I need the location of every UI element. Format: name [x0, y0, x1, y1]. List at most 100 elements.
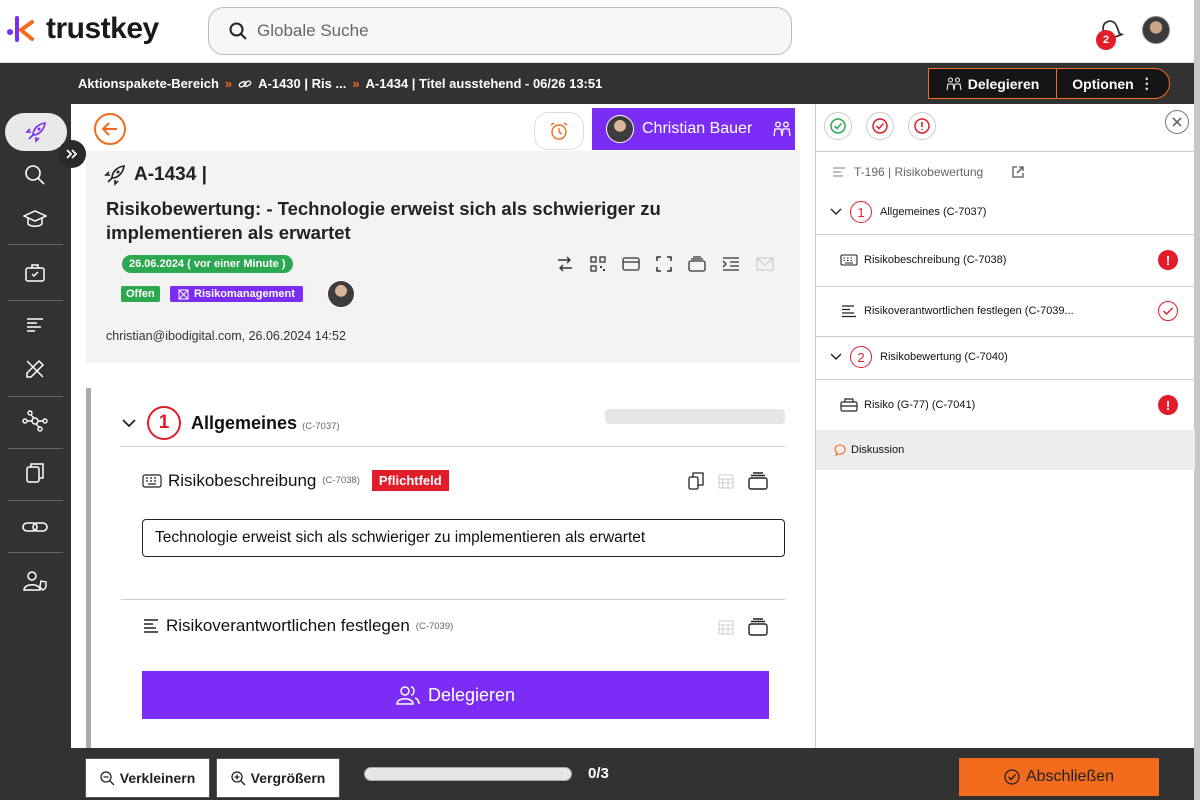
people-icon	[773, 121, 791, 137]
divider	[121, 446, 785, 447]
network-icon	[22, 410, 48, 432]
mail-icon[interactable]	[756, 257, 774, 271]
sidebar-item-tools[interactable]	[14, 352, 56, 386]
search-icon	[25, 165, 45, 185]
delegate-field-button[interactable]: Delegieren	[142, 671, 769, 719]
outline-label: Risiko (G-77) (C-7041)	[864, 399, 976, 411]
breadcrumb: Aktionspakete-Bereich » A-1430 | Ris ...…	[78, 76, 602, 91]
sidebar-item-rocket[interactable]	[5, 113, 67, 151]
filter-error-button[interactable]	[908, 112, 936, 140]
field-toolbar	[718, 618, 768, 636]
copy-icon[interactable]	[688, 472, 704, 490]
assignee-button[interactable]: Christian Bauer	[592, 108, 795, 150]
alert-circle-icon	[914, 118, 930, 134]
divider	[816, 379, 1195, 380]
sidebar-item-documents[interactable]	[14, 456, 56, 490]
header-actions: Delegieren Optionen ⋮	[928, 68, 1170, 99]
sidebar-item-academy[interactable]	[14, 202, 56, 236]
link-icon	[238, 79, 252, 88]
stack-icon[interactable]	[688, 256, 706, 272]
filter-toolbar	[824, 112, 936, 140]
user-shield-icon	[23, 571, 47, 591]
breadcrumb-bar: Aktionspakete-Bereich » A-1430 | Ris ...…	[0, 63, 1194, 104]
link-icon	[22, 522, 48, 532]
form-area: 1 Allgemeines (C-7037) Risikobeschreibun…	[86, 388, 800, 748]
outline-section-row[interactable]: 2 Risikobewertung (C-7040)	[816, 345, 1195, 369]
list-icon	[842, 305, 856, 318]
options-button[interactable]: Optionen ⋮	[1057, 69, 1169, 98]
risk-description-input[interactable]	[142, 519, 785, 557]
zoom-in-label: Vergrößern	[250, 770, 326, 786]
divider	[121, 599, 785, 600]
creator-avatar[interactable]	[327, 280, 355, 308]
rocket-icon	[104, 165, 125, 186]
sidebar-item-search[interactable]	[14, 158, 56, 192]
list-icon	[833, 167, 845, 177]
users-icon	[396, 686, 420, 705]
keyboard-icon	[142, 473, 162, 488]
delegate-button[interactable]: Delegieren	[929, 69, 1057, 98]
sidebar-item-links[interactable]	[14, 510, 56, 544]
reminder-button[interactable]	[534, 112, 584, 150]
finish-button[interactable]: Abschließen	[959, 758, 1159, 796]
window-icon[interactable]	[622, 256, 640, 272]
trustkey-logo-icon	[7, 16, 34, 42]
zoom-in-icon	[230, 770, 246, 785]
calendar-icon[interactable]	[718, 619, 734, 635]
outline-label: Risikobeschreibung (C-7038)	[864, 254, 1007, 266]
section-code: (C-7037)	[302, 420, 340, 432]
delegate-field-label: Delegieren	[427, 684, 516, 705]
sidebar-item-list[interactable]	[14, 308, 56, 342]
people-icon	[946, 77, 962, 90]
sidebar-item-network[interactable]	[14, 404, 56, 438]
task-toolbar	[556, 255, 774, 273]
check-status-icon	[1158, 301, 1178, 321]
check-circle-icon	[872, 118, 888, 134]
breadcrumb-separator-icon: »	[352, 76, 360, 91]
risk-icon	[178, 289, 189, 299]
category-badge: Risikomanagement	[170, 286, 303, 302]
breadcrumb-item[interactable]: A-1430 | Ris ...	[258, 76, 346, 91]
main-content: Christian Bauer A-1434 | Risikobewertung…	[71, 104, 815, 748]
field-label: Risikobeschreibung	[168, 470, 317, 490]
filter-check-button[interactable]	[866, 112, 894, 140]
filter-done-button[interactable]	[824, 112, 852, 140]
sidebar-item-briefcase[interactable]	[14, 256, 56, 290]
user-avatar[interactable]	[1142, 16, 1170, 44]
task-meta: christian@ibodigital.com, 26.06.2024 14:…	[106, 329, 346, 343]
section-header[interactable]: 1 Allgemeines (C-7037)	[121, 406, 340, 440]
sidebar-item-users[interactable]	[14, 564, 56, 598]
sidebar-divider	[8, 448, 63, 449]
sync-icon[interactable]	[556, 255, 574, 273]
template-title: T-196 | Risikobewertung	[854, 165, 984, 179]
breadcrumb-separator-icon: »	[224, 76, 233, 91]
search-input[interactable]	[257, 21, 737, 41]
external-link-icon[interactable]	[1011, 165, 1025, 179]
stack-icon[interactable]	[748, 618, 768, 636]
notification-badge: 2	[1096, 30, 1116, 50]
section-number: 1	[147, 406, 181, 440]
field-header: Risikobeschreibung (C-7038) Pflichtfeld	[142, 470, 449, 491]
alarm-clock-icon	[550, 122, 568, 140]
back-button[interactable]	[94, 113, 126, 145]
fullscreen-icon[interactable]	[656, 256, 672, 272]
discussion-row[interactable]: Diskussion	[816, 430, 1195, 470]
close-panel-button[interactable]	[1165, 110, 1189, 134]
outline-label: Risikobewertung (C-7040)	[880, 351, 1008, 363]
app-logo[interactable]: trustkey	[6, 12, 159, 46]
calendar-icon[interactable]	[718, 473, 734, 489]
qr-code-icon[interactable]	[590, 256, 606, 272]
zoom-out-button[interactable]: Verkleinern	[85, 758, 210, 798]
breadcrumb-item[interactable]: Aktionspakete-Bereich	[78, 76, 219, 91]
zoom-in-button[interactable]: Vergrößern	[216, 758, 340, 798]
outline-field-row[interactable]: Risikobeschreibung (C-7038) !	[816, 248, 1195, 272]
indent-icon[interactable]	[722, 256, 740, 272]
outline-field-row[interactable]: Risikoverantwortlichen festlegen (C-7039…	[816, 299, 1195, 323]
chevron-down-icon	[122, 419, 136, 428]
field-code: (C-7038)	[322, 475, 360, 486]
outline-section-row[interactable]: 1 Allgemeines (C-7037)	[816, 200, 1195, 224]
global-search[interactable]	[208, 7, 792, 55]
stack-icon[interactable]	[748, 472, 768, 490]
sidebar-expand-button[interactable]	[58, 140, 86, 168]
outline-field-row[interactable]: Risiko (G-77) (C-7041) !	[816, 393, 1195, 417]
